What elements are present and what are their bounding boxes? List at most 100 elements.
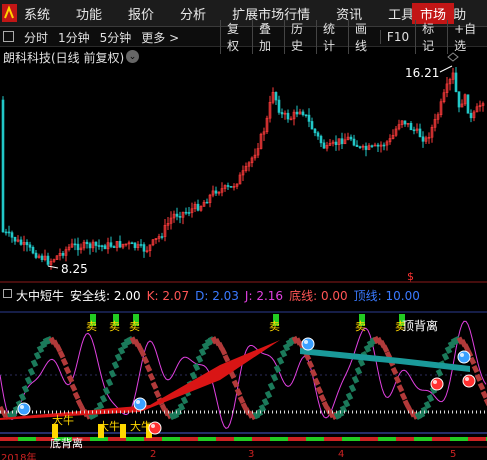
kd-band xyxy=(306,360,315,369)
candle-body xyxy=(418,128,422,138)
indicator-title: 大中短牛 安全线: 2.00 K: 2.07 D: 2.03 J: 2.16 底线: 0.… xyxy=(16,287,426,304)
kd-band xyxy=(27,367,36,376)
kd-band xyxy=(144,364,153,373)
signal-bar xyxy=(210,437,216,441)
candle-body xyxy=(31,246,35,254)
signal-bar xyxy=(216,437,222,441)
candle-body xyxy=(13,236,17,242)
signal-bar xyxy=(426,437,432,441)
signal-bar xyxy=(246,437,252,441)
signal-bar xyxy=(24,437,30,441)
kd-band xyxy=(312,377,321,386)
kd-band xyxy=(75,398,84,408)
signal-bar xyxy=(90,437,96,441)
candle-body xyxy=(421,136,425,142)
signal-bar xyxy=(420,437,426,441)
kd-band xyxy=(399,392,408,401)
candle-body xyxy=(286,112,290,120)
high-price-label: 16.21 xyxy=(405,66,440,80)
d-value: D: 2.03 xyxy=(195,289,239,303)
signal-bar xyxy=(330,437,336,441)
top-line-value: 顶线: 10.00 xyxy=(353,289,420,303)
signal-bar xyxy=(240,437,246,441)
axis-month: 5 xyxy=(450,449,457,460)
candle-body xyxy=(1,99,5,233)
signal-bar xyxy=(186,437,192,441)
candle-body xyxy=(403,120,407,125)
kd-band xyxy=(198,347,207,357)
candle-body xyxy=(319,135,323,144)
kd-band xyxy=(390,366,399,376)
signal-bar xyxy=(276,437,282,441)
signal-bar xyxy=(456,437,462,441)
signal-bar xyxy=(264,437,270,441)
signal-bar xyxy=(408,437,414,441)
kd-band xyxy=(381,344,390,353)
signal-bar xyxy=(192,437,198,441)
kd-band xyxy=(147,372,156,382)
kd-band xyxy=(468,356,477,365)
kd-band xyxy=(270,373,279,382)
kd-band xyxy=(60,357,69,367)
kd-band xyxy=(357,358,366,367)
kd-band xyxy=(393,375,402,384)
indicator-name: 大中短牛 xyxy=(16,289,65,303)
candle-body xyxy=(457,91,461,108)
axis-month: 2 xyxy=(150,449,157,460)
blue-ball xyxy=(457,350,471,364)
signal-bar xyxy=(18,437,24,441)
safe-line-label: 安全线: 2.00 xyxy=(70,289,141,303)
kd-band xyxy=(444,345,453,355)
kd-band xyxy=(30,359,39,368)
signal-bar xyxy=(396,437,402,441)
kd-band xyxy=(318,394,327,403)
signal-bar xyxy=(336,437,342,441)
signal-bar xyxy=(342,437,348,441)
signal-bar xyxy=(180,437,186,441)
kd-band xyxy=(66,374,75,384)
candle-body xyxy=(139,244,143,246)
candle-body xyxy=(313,128,317,134)
kd-band xyxy=(228,370,237,380)
candle-body xyxy=(175,213,179,217)
blue-ball xyxy=(133,397,147,411)
candle-body xyxy=(94,241,98,246)
signal-bar xyxy=(6,437,12,441)
candle-body xyxy=(7,231,11,234)
kd-band xyxy=(267,382,276,391)
signal-bar xyxy=(348,437,354,441)
kd-band xyxy=(219,347,228,356)
candle-body xyxy=(4,231,8,234)
candle-body xyxy=(322,142,326,149)
kd-band xyxy=(201,342,210,351)
signal-bar xyxy=(450,437,456,441)
candle-body xyxy=(466,94,470,114)
kd-band xyxy=(105,378,114,387)
kd-band xyxy=(435,368,444,378)
candle-body xyxy=(334,141,338,145)
signal-bar xyxy=(222,437,228,441)
low-price-label: 8.25 xyxy=(61,262,88,276)
signal-bar xyxy=(204,437,210,441)
signal-bar xyxy=(414,437,420,441)
kd-band xyxy=(309,368,318,378)
k-value: K: 2.07 xyxy=(146,289,190,303)
high-arrow xyxy=(439,65,453,73)
candle-body xyxy=(274,92,278,101)
signal-bar xyxy=(324,437,330,441)
candle-body xyxy=(454,72,458,92)
signal-bar xyxy=(126,437,132,441)
candle-body xyxy=(142,244,146,252)
candle-body xyxy=(196,203,200,211)
candle-body xyxy=(73,243,77,246)
big-bull-label: 大牛 xyxy=(130,419,152,433)
candle-body xyxy=(280,112,284,115)
indicator-menu-icon[interactable] xyxy=(3,289,12,298)
signal-bar xyxy=(288,437,294,441)
bull-marker xyxy=(120,424,126,438)
candle-body xyxy=(61,252,65,256)
kd-band xyxy=(231,379,240,388)
signal-bar xyxy=(474,437,480,441)
big-bull-label: 大牛 xyxy=(98,419,120,433)
signal-bar xyxy=(462,437,468,441)
